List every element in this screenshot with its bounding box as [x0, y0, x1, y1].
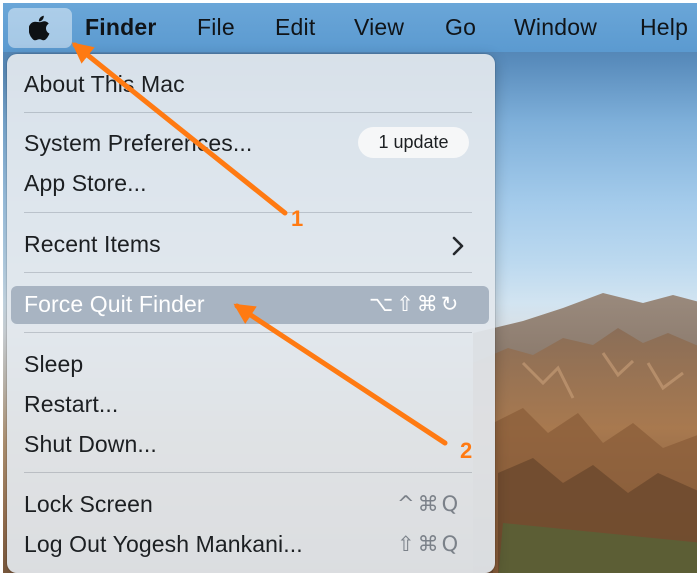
menu-file[interactable]: File [197, 14, 235, 41]
callout-number-2: 2 [460, 438, 473, 463]
menu-item-restart[interactable]: Restart... [24, 390, 118, 418]
menu-separator [24, 212, 472, 213]
menu-bar: Finder File Edit View Go Window Help [3, 3, 697, 52]
log-out-shortcut: ⇧⌘Q [397, 532, 462, 556]
force-quit-shortcut: ⌥⇧⌘↻ [369, 292, 462, 316]
apple-dropdown-menu: About This Mac System Preferences... 1 u… [7, 54, 495, 573]
menu-finder[interactable]: Finder [85, 14, 156, 41]
chevron-right-icon [452, 236, 464, 256]
menu-item-sleep[interactable]: Sleep [24, 350, 83, 378]
apple-menu-button[interactable] [8, 8, 72, 48]
screenshot-frame: Finder File Edit View Go Window Help Abo… [0, 0, 700, 576]
menu-help[interactable]: Help [640, 14, 688, 41]
callout-number-1: 1 [291, 206, 304, 231]
menu-view[interactable]: View [354, 14, 404, 41]
menu-edit[interactable]: Edit [275, 14, 315, 41]
menu-item-force-quit-finder[interactable]: Force Quit Finder [24, 290, 205, 318]
update-badge: 1 update [358, 127, 469, 158]
menu-go[interactable]: Go [445, 14, 476, 41]
apple-logo-icon [29, 15, 50, 41]
menu-item-log-out[interactable]: Log Out Yogesh Mankani... [24, 530, 303, 558]
menu-item-lock-screen[interactable]: Lock Screen [24, 490, 153, 518]
lock-screen-shortcut: ^⌘Q [397, 492, 462, 516]
menu-item-shut-down[interactable]: Shut Down... [24, 430, 157, 458]
menu-separator [24, 112, 472, 113]
menu-separator [24, 272, 472, 273]
menu-item-about-this-mac[interactable]: About This Mac [24, 70, 185, 98]
menu-window[interactable]: Window [514, 14, 597, 41]
menu-item-app-store[interactable]: App Store... [24, 169, 147, 197]
menu-separator [24, 332, 472, 333]
menu-separator [24, 472, 472, 473]
menu-item-system-preferences[interactable]: System Preferences... [24, 129, 252, 157]
menu-item-recent-items[interactable]: Recent Items [24, 230, 161, 258]
